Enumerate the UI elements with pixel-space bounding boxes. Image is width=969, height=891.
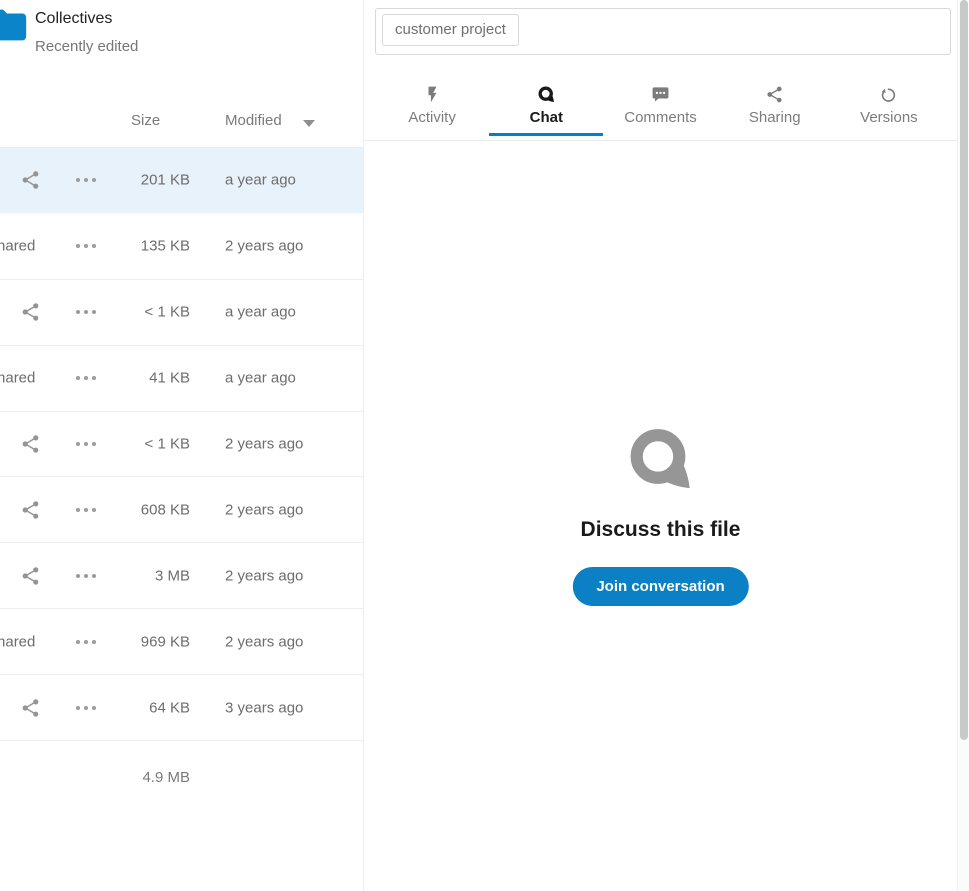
tag-chip[interactable]: customer project (382, 14, 519, 46)
file-modified: a year ago (225, 304, 296, 321)
tab-chat[interactable]: Chat (489, 75, 603, 136)
file-list-pane: Collectives Recently edited Size Modifie… (0, 0, 364, 891)
app-window: Collectives Recently edited Size Modifie… (0, 0, 969, 891)
share-icon (765, 84, 784, 104)
file-row[interactable]: 3 MB 2 years ago (0, 543, 364, 609)
file-row[interactable]: Shared41 KBa year ago (0, 346, 364, 412)
discuss-heading: Discuss this file (364, 518, 957, 542)
restore-icon (879, 84, 898, 104)
file-row[interactable]: < 1 KB 2 years ago (0, 412, 364, 478)
tab-label-comments: Comments (624, 109, 697, 126)
file-modified: 2 years ago (225, 633, 303, 650)
file-modified: 2 years ago (225, 567, 303, 584)
file-row[interactable]: Shared135 KB2 years ago (0, 214, 364, 280)
join-conversation-button[interactable]: Join conversation (572, 567, 748, 606)
tab-label-activity: Activity (408, 109, 456, 126)
tab-sharing[interactable]: Sharing (718, 75, 832, 136)
file-modified: 2 years ago (225, 238, 303, 255)
breadcrumb-subtitle[interactable]: Recently edited (35, 38, 138, 55)
file-size: 608 KB (0, 501, 190, 518)
tab-comments[interactable]: Comments (603, 75, 717, 136)
file-row[interactable]: 201 KB a year ago (0, 148, 364, 214)
folder-icon (0, 2, 30, 48)
file-size: 969 KB (0, 633, 190, 650)
tab-activity[interactable]: Activity (375, 75, 489, 136)
tab-label-versions: Versions (860, 109, 918, 126)
lightning-icon (423, 84, 442, 104)
file-size: 135 KB (0, 238, 190, 255)
file-modified: a year ago (225, 370, 296, 387)
details-sidebar: customer project Activity Chat Comments Sha… (364, 0, 957, 891)
tab-versions[interactable]: Versions (832, 75, 946, 136)
talk-icon (537, 84, 556, 104)
file-size: 64 KB (0, 699, 190, 716)
menu-down-icon[interactable] (303, 120, 315, 127)
tab-label-chat: Chat (530, 109, 563, 126)
scrollbar-track[interactable] (957, 0, 969, 891)
breadcrumb-title[interactable]: Collectives (35, 10, 112, 28)
file-row[interactable]: 608 KB 2 years ago (0, 477, 364, 543)
tags-input[interactable]: customer project (375, 8, 951, 55)
column-header-modified[interactable]: Modified (225, 112, 282, 129)
tab-label-sharing: Sharing (749, 109, 801, 126)
file-modified: 2 years ago (225, 501, 303, 518)
file-row[interactable]: Shared969 KB2 years ago (0, 609, 364, 675)
file-modified: 3 years ago (225, 699, 303, 716)
column-header-size[interactable]: Size (131, 112, 160, 129)
file-size: < 1 KB (0, 436, 190, 453)
file-modified: 2 years ago (225, 436, 303, 453)
talk-logo-icon (624, 423, 697, 496)
file-rows: 201 KBa year agoShared135 KB2 years ago<… (0, 148, 364, 741)
file-size: 201 KB (0, 172, 190, 189)
sidebar-tabs-bar: Activity Chat Comments Sharing Versions (364, 75, 957, 141)
file-row[interactable]: 64 KB 3 years ago (0, 675, 364, 741)
file-size: 3 MB (0, 567, 190, 584)
scrollbar-thumb[interactable] (960, 0, 968, 740)
file-size: < 1 KB (0, 304, 190, 321)
comment-icon (651, 84, 670, 104)
file-size: 41 KB (0, 370, 190, 387)
file-modified: a year ago (225, 172, 296, 189)
total-size: 4.9 MB (0, 769, 190, 786)
file-row[interactable]: < 1 KB a year ago (0, 280, 364, 346)
sidebar-tabs: Activity Chat Comments Sharing Versions (364, 75, 957, 136)
